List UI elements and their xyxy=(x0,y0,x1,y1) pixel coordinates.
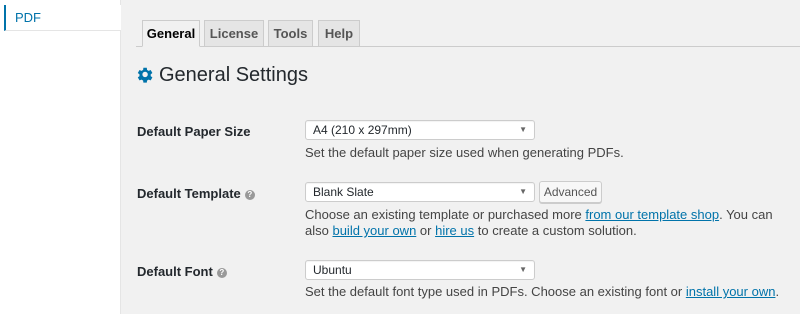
sidebar: PDF xyxy=(0,0,121,314)
template-desc-text: Choose an existing template or purchased… xyxy=(305,207,586,222)
paper-size-label: Default Paper Size xyxy=(137,124,251,139)
paper-size-value: A4 (210 x 297mm) xyxy=(313,123,412,137)
tab-help[interactable]: Help xyxy=(318,20,360,47)
template-desc-text: or xyxy=(416,223,436,238)
template-shop-link[interactable]: from our template shop xyxy=(585,207,719,222)
tab-tools[interactable]: Tools xyxy=(268,20,313,47)
gear-icon xyxy=(137,67,153,83)
font-description: Set the default font type used in PDFs. … xyxy=(305,284,790,300)
help-icon[interactable]: ? xyxy=(244,190,255,200)
font-select[interactable]: Ubuntu ▼ xyxy=(305,260,535,280)
dropdown-arrow-icon: ▼ xyxy=(519,265,527,274)
font-desc-text: Set the default font type used in PDFs. … xyxy=(305,284,686,299)
sidebar-item-label: PDF xyxy=(15,10,41,25)
install-your-own-link[interactable]: install your own xyxy=(686,284,776,299)
template-value: Blank Slate xyxy=(313,185,374,199)
dropdown-arrow-icon: ▼ xyxy=(519,125,527,134)
dropdown-arrow-icon: ▼ xyxy=(519,187,527,196)
build-your-own-link[interactable]: build your own xyxy=(332,223,416,238)
tab-license[interactable]: License xyxy=(204,20,264,47)
help-icon[interactable]: ? xyxy=(216,268,227,278)
paper-size-description: Set the default paper size used when gen… xyxy=(305,145,624,160)
font-label-row: Default Font? xyxy=(137,264,227,279)
template-desc-text: to create a custom solution. xyxy=(474,223,637,238)
template-select[interactable]: Blank Slate ▼ xyxy=(305,182,535,202)
tab-general[interactable]: General xyxy=(142,20,200,47)
sidebar-item-pdf[interactable]: PDF xyxy=(4,5,121,31)
font-label: Default Font xyxy=(137,264,213,279)
advanced-button[interactable]: Advanced xyxy=(539,181,602,203)
font-desc-text: . xyxy=(775,284,780,299)
template-label-row: Default Template? xyxy=(137,186,255,201)
paper-size-select[interactable]: A4 (210 x 297mm) ▼ xyxy=(305,120,535,140)
template-label: Default Template xyxy=(137,186,241,201)
template-description: Choose an existing template or purchased… xyxy=(305,207,790,239)
font-value: Ubuntu xyxy=(313,263,352,277)
page-title: General Settings xyxy=(159,64,308,86)
hire-us-link[interactable]: hire us xyxy=(435,223,474,238)
